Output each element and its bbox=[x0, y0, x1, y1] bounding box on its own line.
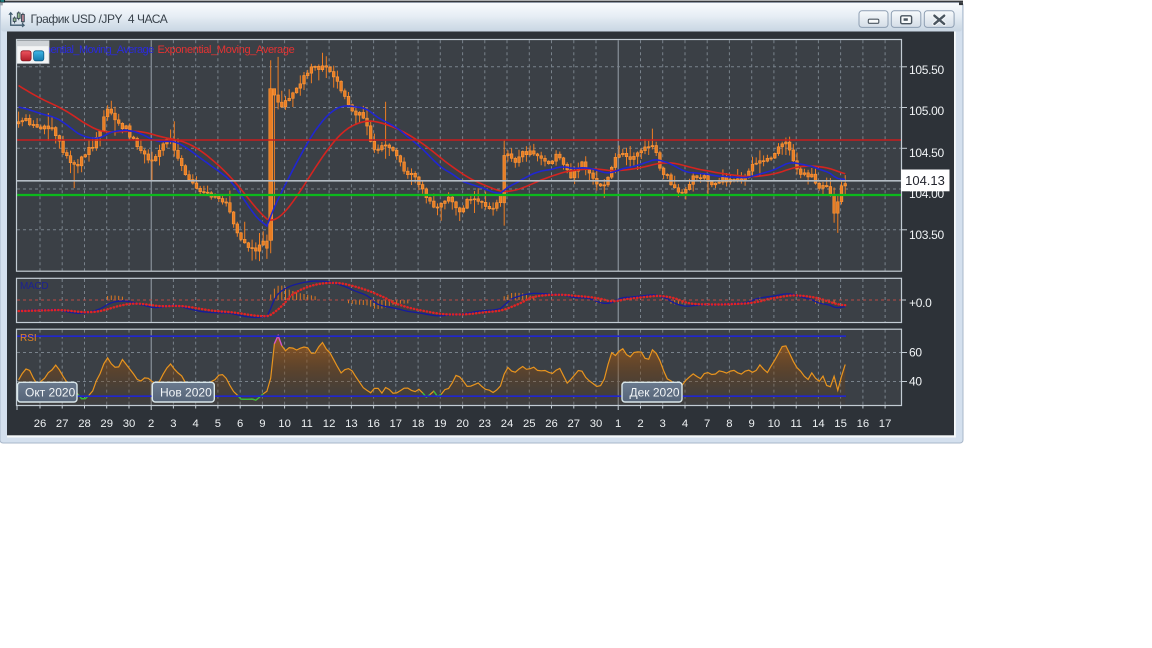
svg-text:13: 13 bbox=[345, 418, 358, 430]
svg-text:+0.0: +0.0 bbox=[909, 296, 932, 310]
svg-text:28: 28 bbox=[78, 418, 91, 430]
svg-text:4: 4 bbox=[193, 418, 199, 430]
svg-text:30: 30 bbox=[590, 418, 603, 430]
svg-text:23: 23 bbox=[479, 418, 492, 430]
svg-text:26: 26 bbox=[545, 418, 558, 430]
svg-text:3: 3 bbox=[660, 418, 666, 430]
svg-text:Нов 2020: Нов 2020 bbox=[160, 386, 212, 400]
svg-text:Exponential_Moving_Average: Exponential_Moving_Average bbox=[158, 44, 295, 56]
svg-text:Дек 2020: Дек 2020 bbox=[630, 386, 680, 400]
svg-text:RSI: RSI bbox=[20, 333, 37, 344]
svg-text:10: 10 bbox=[768, 418, 781, 430]
svg-text:17: 17 bbox=[390, 418, 403, 430]
svg-text:12: 12 bbox=[323, 418, 336, 430]
svg-text:2: 2 bbox=[637, 418, 643, 430]
svg-text:9: 9 bbox=[259, 418, 265, 430]
svg-text:19: 19 bbox=[434, 418, 447, 430]
svg-text:20: 20 bbox=[456, 418, 469, 430]
svg-text:15: 15 bbox=[834, 418, 847, 430]
svg-text:Окт 2020: Окт 2020 bbox=[25, 386, 76, 400]
svg-text:11: 11 bbox=[301, 418, 313, 430]
svg-text:40: 40 bbox=[909, 375, 922, 389]
svg-text:30: 30 bbox=[123, 418, 136, 430]
svg-text:8: 8 bbox=[726, 418, 732, 430]
svg-text:График USD /JPY 4 ЧАСА: График USD /JPY 4 ЧАСА bbox=[31, 12, 168, 26]
svg-text:3: 3 bbox=[170, 418, 176, 430]
svg-text:9: 9 bbox=[749, 418, 755, 430]
svg-text:104.50: 104.50 bbox=[909, 146, 945, 160]
svg-text:105.50: 105.50 bbox=[909, 63, 945, 77]
svg-text:60: 60 bbox=[909, 346, 922, 360]
svg-text:18: 18 bbox=[412, 418, 425, 430]
svg-text:25: 25 bbox=[523, 418, 536, 430]
svg-text:4: 4 bbox=[682, 418, 688, 430]
svg-text:16: 16 bbox=[367, 418, 380, 430]
svg-text:7: 7 bbox=[704, 418, 710, 430]
svg-text:24: 24 bbox=[501, 418, 514, 430]
svg-text:17: 17 bbox=[879, 418, 892, 430]
svg-text:16: 16 bbox=[857, 418, 870, 430]
svg-text:105.00: 105.00 bbox=[909, 104, 945, 118]
svg-text:103.50: 103.50 bbox=[909, 228, 945, 242]
svg-text:26: 26 bbox=[34, 418, 47, 430]
svg-text:104.13: 104.13 bbox=[905, 173, 945, 188]
svg-text:MACD: MACD bbox=[20, 281, 48, 292]
svg-text:27: 27 bbox=[568, 418, 581, 430]
svg-text:29: 29 bbox=[100, 418, 113, 430]
svg-text:5: 5 bbox=[215, 418, 221, 430]
svg-text:11: 11 bbox=[790, 418, 802, 430]
svg-text:1: 1 bbox=[615, 418, 621, 430]
svg-text:14: 14 bbox=[812, 418, 825, 430]
svg-text:27: 27 bbox=[56, 418, 69, 430]
svg-text:2: 2 bbox=[148, 418, 154, 430]
svg-text:10: 10 bbox=[278, 418, 291, 430]
svg-text:6: 6 bbox=[237, 418, 243, 430]
